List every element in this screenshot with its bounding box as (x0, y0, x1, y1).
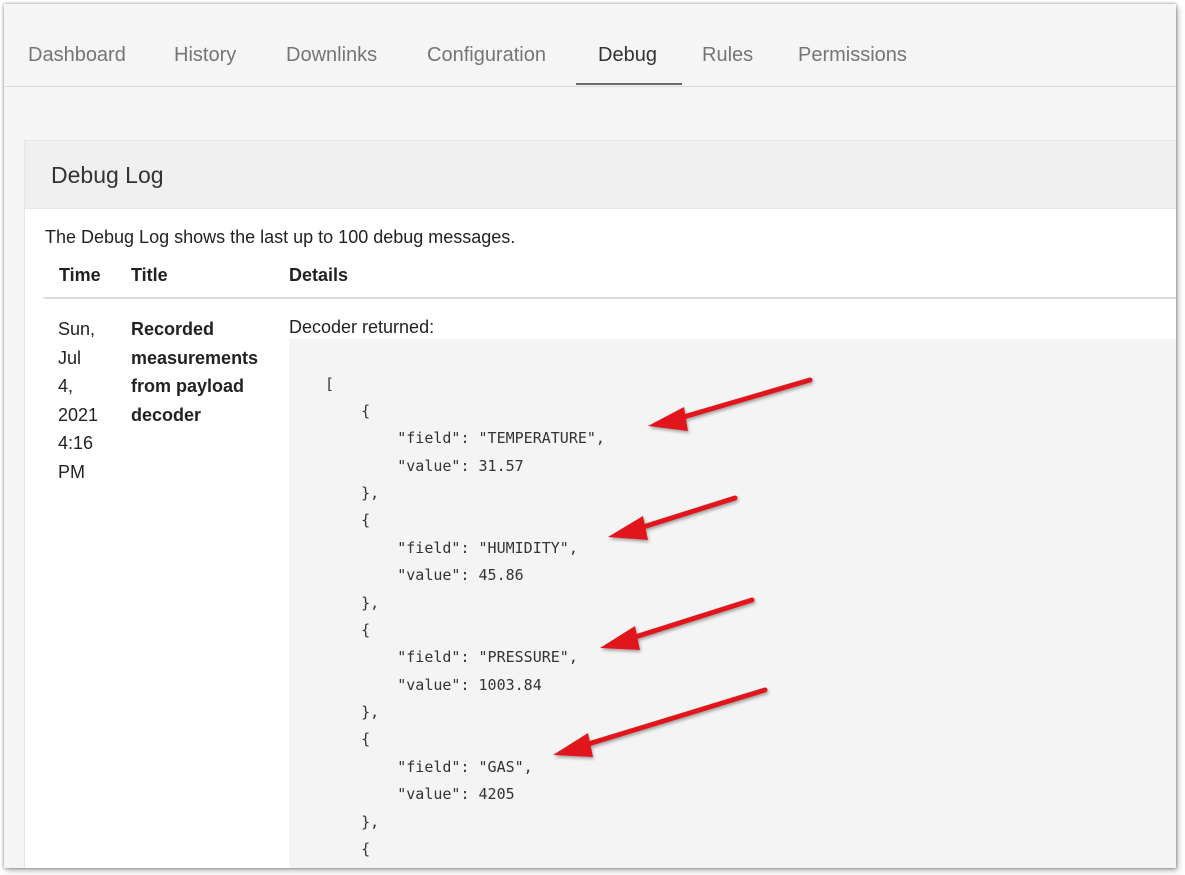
header-divider (43, 297, 1176, 299)
tab-configuration[interactable]: Configuration (427, 44, 546, 86)
app-frame: Dashboard History Downlinks Configuratio… (4, 4, 1176, 868)
title-line: measurements (131, 347, 259, 368)
details-label: Decoder returned: (289, 317, 435, 337)
code-line: { (325, 621, 371, 639)
row-time: Sun, Jul 4, 2021 4:16 PM (58, 315, 118, 486)
code-line: { (325, 730, 371, 748)
time-line: Jul (58, 347, 82, 368)
code-line: "field": "TEMPERATURE", (325, 429, 605, 447)
column-header-time: Time (59, 265, 101, 285)
tab-rules[interactable]: Rules (702, 44, 753, 86)
code-line: }, (325, 484, 380, 502)
title-line: from payload (131, 376, 245, 396)
code-line: "value": 31.57 (325, 457, 524, 475)
tab-dashboard[interactable]: Dashboard (28, 44, 126, 86)
code-line: "field": "PRESSURE", (325, 648, 578, 666)
code-line: { (325, 840, 371, 858)
tab-debug[interactable]: Debug (598, 44, 657, 86)
panel-intro-text: The Debug Log shows the last up to 100 d… (45, 227, 516, 247)
active-tab-indicator (576, 83, 682, 85)
time-line: 4:16 (58, 433, 94, 453)
row-title: Recorded measurements from payload decod… (131, 315, 281, 429)
code-line: "value": 45.86 (325, 566, 524, 584)
code-line: }, (325, 813, 380, 831)
code-line: "field": "GAS", (325, 758, 533, 776)
code-line: "field": "HUMIDITY", (325, 539, 578, 557)
code-line: { (325, 511, 371, 529)
time-line: 4, (58, 376, 74, 396)
tab-permissions[interactable]: Permissions (798, 44, 907, 86)
code-line: }, (325, 594, 380, 612)
panel-title: Debug Log (51, 162, 164, 188)
time-line: 2021 (58, 404, 99, 425)
code-line: "value": 4205 (325, 785, 515, 803)
column-header-details: Details (289, 265, 349, 285)
tab-bar: Dashboard History Downlinks Configuratio… (4, 4, 1176, 87)
debug-log-panel: Debug Log The Debug Log shows the last u… (24, 140, 1176, 868)
code-line: "value": 1003.84 (325, 676, 542, 694)
code-line: { (325, 402, 371, 420)
tab-history[interactable]: History (174, 44, 236, 86)
time-line: Sun, (58, 319, 96, 339)
panel-header: Debug Log (25, 141, 1176, 209)
code-line: [ (325, 375, 335, 393)
tab-downlinks[interactable]: Downlinks (286, 44, 377, 86)
title-line: decoder (131, 404, 202, 425)
time-line: PM (58, 461, 85, 482)
code-line: }, (325, 703, 380, 721)
column-header-title: Title (131, 265, 168, 285)
decoder-output-code-block: [ { "field": "TEMPERATURE", "value": 31.… (289, 339, 1176, 868)
title-line: Recorded (131, 319, 215, 339)
